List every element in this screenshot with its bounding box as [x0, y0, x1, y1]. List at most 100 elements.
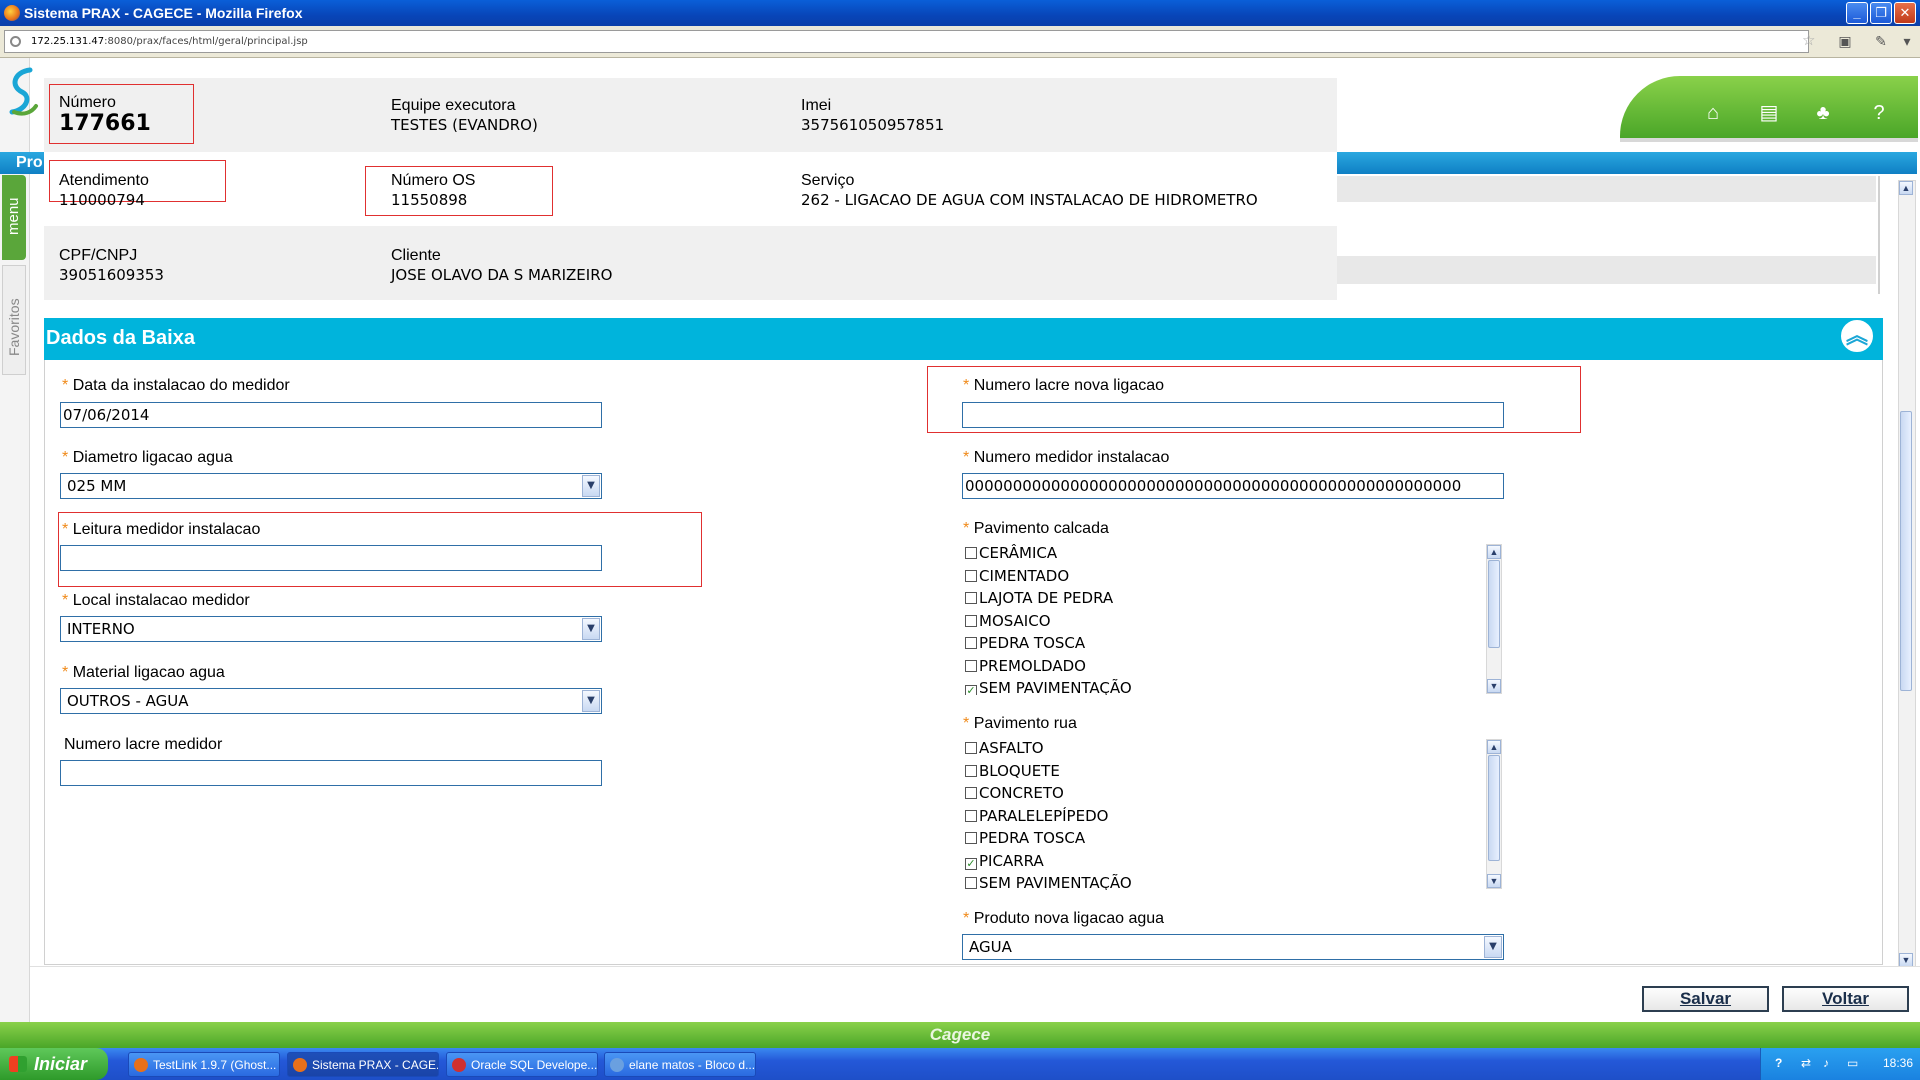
- checkbox[interactable]: [965, 547, 977, 559]
- list-item[interactable]: CONCRETO: [963, 784, 1487, 807]
- scroll-up-icon[interactable]: ▲: [1899, 181, 1913, 195]
- menu-arrow-icon[interactable]: ▾: [1898, 33, 1916, 51]
- checkbox[interactable]: [965, 614, 977, 627]
- material-label: * Material ligacao agua: [62, 664, 225, 681]
- puzzle-icon[interactable]: ✎: [1872, 33, 1890, 51]
- scroll-down-icon[interactable]: ▼: [1487, 679, 1501, 693]
- list-item[interactable]: LAJOTA DE PEDRA: [963, 589, 1487, 612]
- list-item-label: PEDRA TOSCA: [979, 634, 1086, 652]
- list-item-label: CONCRETO: [979, 784, 1064, 802]
- checkbox[interactable]: ✓: [965, 685, 977, 695]
- sitemap-icon[interactable]: ♣: [1810, 100, 1836, 126]
- scroll-thumb[interactable]: [1488, 755, 1500, 861]
- chevron-down-icon[interactable]: ▼: [1484, 936, 1502, 958]
- material-select[interactable]: OUTROS - AGUA ▼: [60, 688, 602, 714]
- taskbar-item-label: elane matos - Bloco d...: [629, 1058, 756, 1072]
- help-tray-icon[interactable]: ?: [1775, 1056, 1782, 1070]
- list-item[interactable]: ASFALTO: [963, 739, 1487, 762]
- network-tray-icon[interactable]: ⇄: [1801, 1056, 1811, 1070]
- list-item[interactable]: ✓ PICARRA: [963, 852, 1487, 875]
- list-item-label: PICARRA: [979, 851, 1044, 870]
- checkbox[interactable]: [965, 764, 977, 777]
- list-item[interactable]: ✓ SEM PAVIMENTAÇÃO: [963, 679, 1487, 695]
- checkbox[interactable]: [965, 659, 977, 672]
- list-item-label: SEM PAVIMENTAÇÃO: [979, 874, 1132, 890]
- maximize-button[interactable]: ❐: [1870, 2, 1892, 24]
- url-field[interactable]: 172.25.131.47:8080/prax/faces/html/geral…: [4, 30, 1809, 53]
- pavimento-calcada-scrollbar[interactable]: ▲ ▼: [1486, 544, 1502, 694]
- pavimento-rua-list[interactable]: ASFALTO BLOQUETE CONCRETO PARALELEPÍPEDO PED…: [963, 739, 1487, 890]
- list-item[interactable]: PEDRA TOSCA: [963, 829, 1487, 852]
- cliente-value: JOSE OLAVO DA S MARIZEIRO: [391, 266, 613, 284]
- addon-icon[interactable]: ▣: [1836, 33, 1854, 51]
- checkbox[interactable]: [965, 742, 977, 754]
- produto-select[interactable]: AGUA ▼: [962, 934, 1504, 960]
- lacre-medidor-field[interactable]: [60, 760, 602, 786]
- pavimento-rua-scrollbar[interactable]: ▲ ▼: [1486, 739, 1502, 889]
- collapse-chevron-icon[interactable]: ︽: [1841, 320, 1873, 352]
- background-row: [1330, 176, 1876, 202]
- section-title: Dados da Baixa: [46, 327, 195, 349]
- data-instalacao-label: * Data da instalacao do medidor: [62, 377, 290, 394]
- clock[interactable]: 18:36: [1883, 1056, 1913, 1070]
- cagece-logo-icon: [9, 67, 38, 116]
- list-item[interactable]: PARALELEPÍPEDO: [963, 807, 1487, 830]
- volume-tray-icon[interactable]: ♪: [1823, 1056, 1829, 1070]
- taskbar-item[interactable]: Sistema PRAX - CAGE...: [287, 1052, 439, 1077]
- footer-brand: Cagece: [0, 1022, 1920, 1048]
- list-item[interactable]: PREMOLDADO: [963, 657, 1487, 680]
- leitura-field[interactable]: [60, 545, 602, 571]
- checkbox[interactable]: [965, 637, 977, 649]
- data-instalacao-field[interactable]: 07/06/2014: [60, 402, 602, 428]
- chevron-down-icon[interactable]: ▼: [582, 475, 600, 497]
- checkbox[interactable]: ✓: [965, 857, 977, 870]
- lacre-nova-field[interactable]: [962, 402, 1504, 428]
- url-path: :8080/prax/faces/html/geral/principal.js…: [104, 36, 308, 47]
- list-item[interactable]: SEM PAVIMENTAÇÃO: [963, 874, 1487, 890]
- checkbox[interactable]: [965, 569, 977, 582]
- scroll-up-icon[interactable]: ▲: [1487, 740, 1501, 754]
- home-icon[interactable]: ⌂: [1700, 100, 1726, 126]
- list-item[interactable]: MOSAICO: [963, 612, 1487, 635]
- taskbar-item[interactable]: elane matos - Bloco d...: [604, 1052, 756, 1077]
- list-item[interactable]: PEDRA TOSCA: [963, 634, 1487, 657]
- list-item[interactable]: CERÂMICA: [963, 544, 1487, 567]
- voltar-button[interactable]: Voltar: [1782, 986, 1909, 1012]
- site-identity-icon[interactable]: [10, 36, 21, 47]
- bookmark-star-icon[interactable]: ☆: [1802, 31, 1815, 49]
- pro-tab[interactable]: Pro: [2, 152, 48, 174]
- salvar-button[interactable]: Salvar: [1642, 986, 1769, 1012]
- checkbox[interactable]: [965, 832, 977, 844]
- taskbar-item[interactable]: Oracle SQL Develope...: [446, 1052, 598, 1077]
- local-label: * Local instalacao medidor: [62, 592, 250, 609]
- checkbox[interactable]: [965, 877, 977, 889]
- favoritos-tab[interactable]: Favoritos: [2, 265, 26, 375]
- close-button[interactable]: ✕: [1894, 2, 1916, 24]
- checkbox[interactable]: [965, 809, 977, 822]
- checkbox[interactable]: [965, 592, 977, 604]
- monitor-tray-icon[interactable]: ▭: [1847, 1056, 1858, 1070]
- menu-tab-label: menu: [5, 197, 22, 235]
- list-item-label: SEM PAVIMENTAÇÃO: [979, 679, 1132, 695]
- local-select[interactable]: INTERNO ▼: [60, 616, 602, 642]
- scroll-down-icon[interactable]: ▼: [1487, 874, 1501, 888]
- list-item[interactable]: BLOQUETE: [963, 762, 1487, 785]
- print-icon[interactable]: ▤: [1756, 100, 1782, 126]
- scroll-thumb[interactable]: [1488, 560, 1500, 648]
- scroll-thumb[interactable]: [1900, 411, 1912, 691]
- diametro-select[interactable]: 025 MM ▼: [60, 473, 602, 499]
- list-item[interactable]: CIMENTADO: [963, 567, 1487, 590]
- checkbox[interactable]: [965, 787, 977, 799]
- minimize-button[interactable]: _: [1846, 2, 1868, 24]
- chevron-down-icon[interactable]: ▼: [582, 618, 600, 640]
- scroll-down-icon[interactable]: ▼: [1899, 953, 1913, 967]
- medidor-instalacao-field[interactable]: 0000000000000000000000000000000000000000…: [962, 473, 1504, 499]
- menu-tab[interactable]: menu: [2, 175, 26, 260]
- list-item-label: ASFALTO: [979, 739, 1044, 757]
- chevron-down-icon[interactable]: ▼: [582, 690, 600, 712]
- scroll-up-icon[interactable]: ▲: [1487, 545, 1501, 559]
- help-icon[interactable]: ?: [1866, 100, 1892, 126]
- page-scrollbar[interactable]: ▲ ▼: [1898, 180, 1916, 968]
- pavimento-calcada-list[interactable]: CERÂMICA CIMENTADO LAJOTA DE PEDRA MOSAICO P…: [963, 544, 1487, 695]
- taskbar-item[interactable]: TestLink 1.9.7 (Ghost...: [128, 1052, 280, 1077]
